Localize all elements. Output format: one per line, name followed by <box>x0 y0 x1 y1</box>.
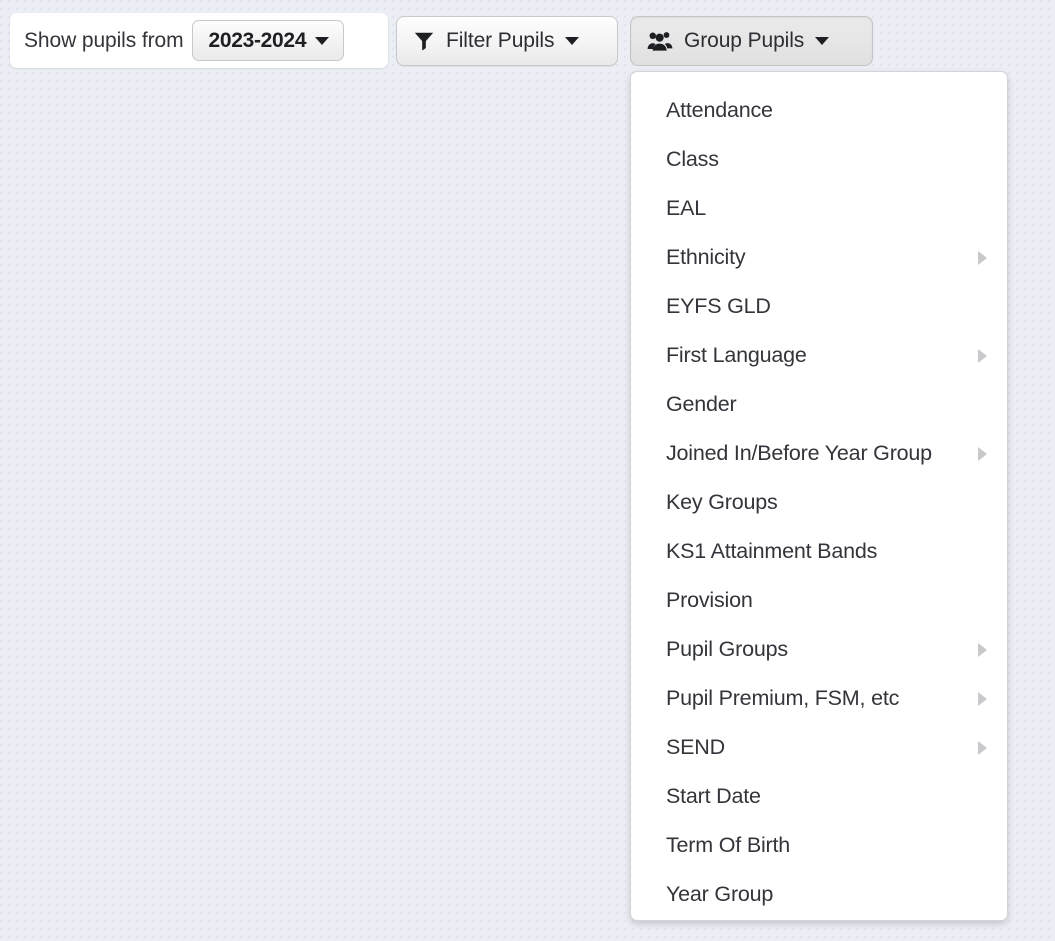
group-menu-item[interactable]: EYFS GLD <box>631 282 1007 331</box>
group-menu-item[interactable]: Pupil Premium, FSM, etc <box>631 674 1007 723</box>
caret-right-icon <box>978 446 987 461</box>
group-pupils-button[interactable]: Group Pupils <box>630 16 873 66</box>
year-filter-panel: Show pupils from 2023-2024 <box>10 13 388 68</box>
academic-year-select[interactable]: 2023-2024 <box>192 20 345 61</box>
group-menu-item-label: Attendance <box>666 98 773 122</box>
caret-right-icon <box>978 740 987 755</box>
funnel-filter-icon <box>414 32 434 51</box>
group-menu-item[interactable]: SEND <box>631 723 1007 772</box>
academic-year-value: 2023-2024 <box>208 28 307 52</box>
group-menu-item[interactable]: Start Date <box>631 772 1007 821</box>
group-menu-item[interactable]: Key Groups <box>631 478 1007 527</box>
show-pupils-from-label: Show pupils from <box>24 28 184 52</box>
group-menu-item[interactable]: Class <box>631 135 1007 184</box>
group-menu-item[interactable]: Year Group <box>631 870 1007 919</box>
group-menu-item-label: Gender <box>666 392 737 416</box>
caret-right-icon <box>978 642 987 657</box>
group-menu-item-label: First Language <box>666 343 807 367</box>
caret-down-icon <box>815 37 830 45</box>
group-menu-item[interactable]: Gender <box>631 380 1007 429</box>
group-menu-item-label: Year Group <box>666 882 774 906</box>
filter-pupils-button[interactable]: Filter Pupils <box>396 16 618 66</box>
group-pupils-dropdown-menu: Attendance Class EAL Ethnicity EYFS GLD First… <box>630 71 1008 921</box>
caret-right-icon <box>978 348 987 363</box>
filter-pupils-label: Filter Pupils <box>446 29 555 52</box>
group-menu-item[interactable]: Attendance <box>631 86 1007 135</box>
group-menu-item-label: Pupil Premium, FSM, etc <box>666 686 900 710</box>
caret-down-icon <box>565 37 580 45</box>
group-menu-item-label: EAL <box>666 196 707 220</box>
users-group-icon <box>647 32 673 51</box>
group-menu-item-label: Class <box>666 147 719 171</box>
group-menu-item[interactable]: Joined In/Before Year Group <box>631 429 1007 478</box>
group-pupils-label: Group Pupils <box>684 29 805 52</box>
group-menu-item-label: Start Date <box>666 784 761 808</box>
group-menu-item-label: EYFS GLD <box>666 294 771 318</box>
group-menu-item[interactable]: Provision <box>631 576 1007 625</box>
caret-right-icon <box>978 250 987 265</box>
group-menu-item[interactable]: Term Of Birth <box>631 821 1007 870</box>
group-menu-item[interactable]: EAL <box>631 184 1007 233</box>
group-menu-item-label: Term Of Birth <box>666 833 791 857</box>
group-menu-item[interactable]: First Language <box>631 331 1007 380</box>
group-menu-item[interactable]: Pupil Groups <box>631 625 1007 674</box>
top-toolbar: Show pupils from 2023-2024 Filter Pupils… <box>0 0 1055 80</box>
caret-down-icon <box>315 36 330 45</box>
group-menu-item-label: Pupil Groups <box>666 637 788 661</box>
caret-right-icon <box>978 691 987 706</box>
group-menu-item-label: Provision <box>666 588 753 612</box>
group-menu-item[interactable]: Ethnicity <box>631 233 1007 282</box>
group-menu-item-label: Joined In/Before Year Group <box>666 441 932 465</box>
group-menu-item-label: Ethnicity <box>666 245 746 269</box>
group-menu-item-label: Key Groups <box>666 490 778 514</box>
group-menu-item-label: KS1 Attainment Bands <box>666 539 878 563</box>
group-menu-item-label: SEND <box>666 735 725 759</box>
group-menu-item[interactable]: KS1 Attainment Bands <box>631 527 1007 576</box>
